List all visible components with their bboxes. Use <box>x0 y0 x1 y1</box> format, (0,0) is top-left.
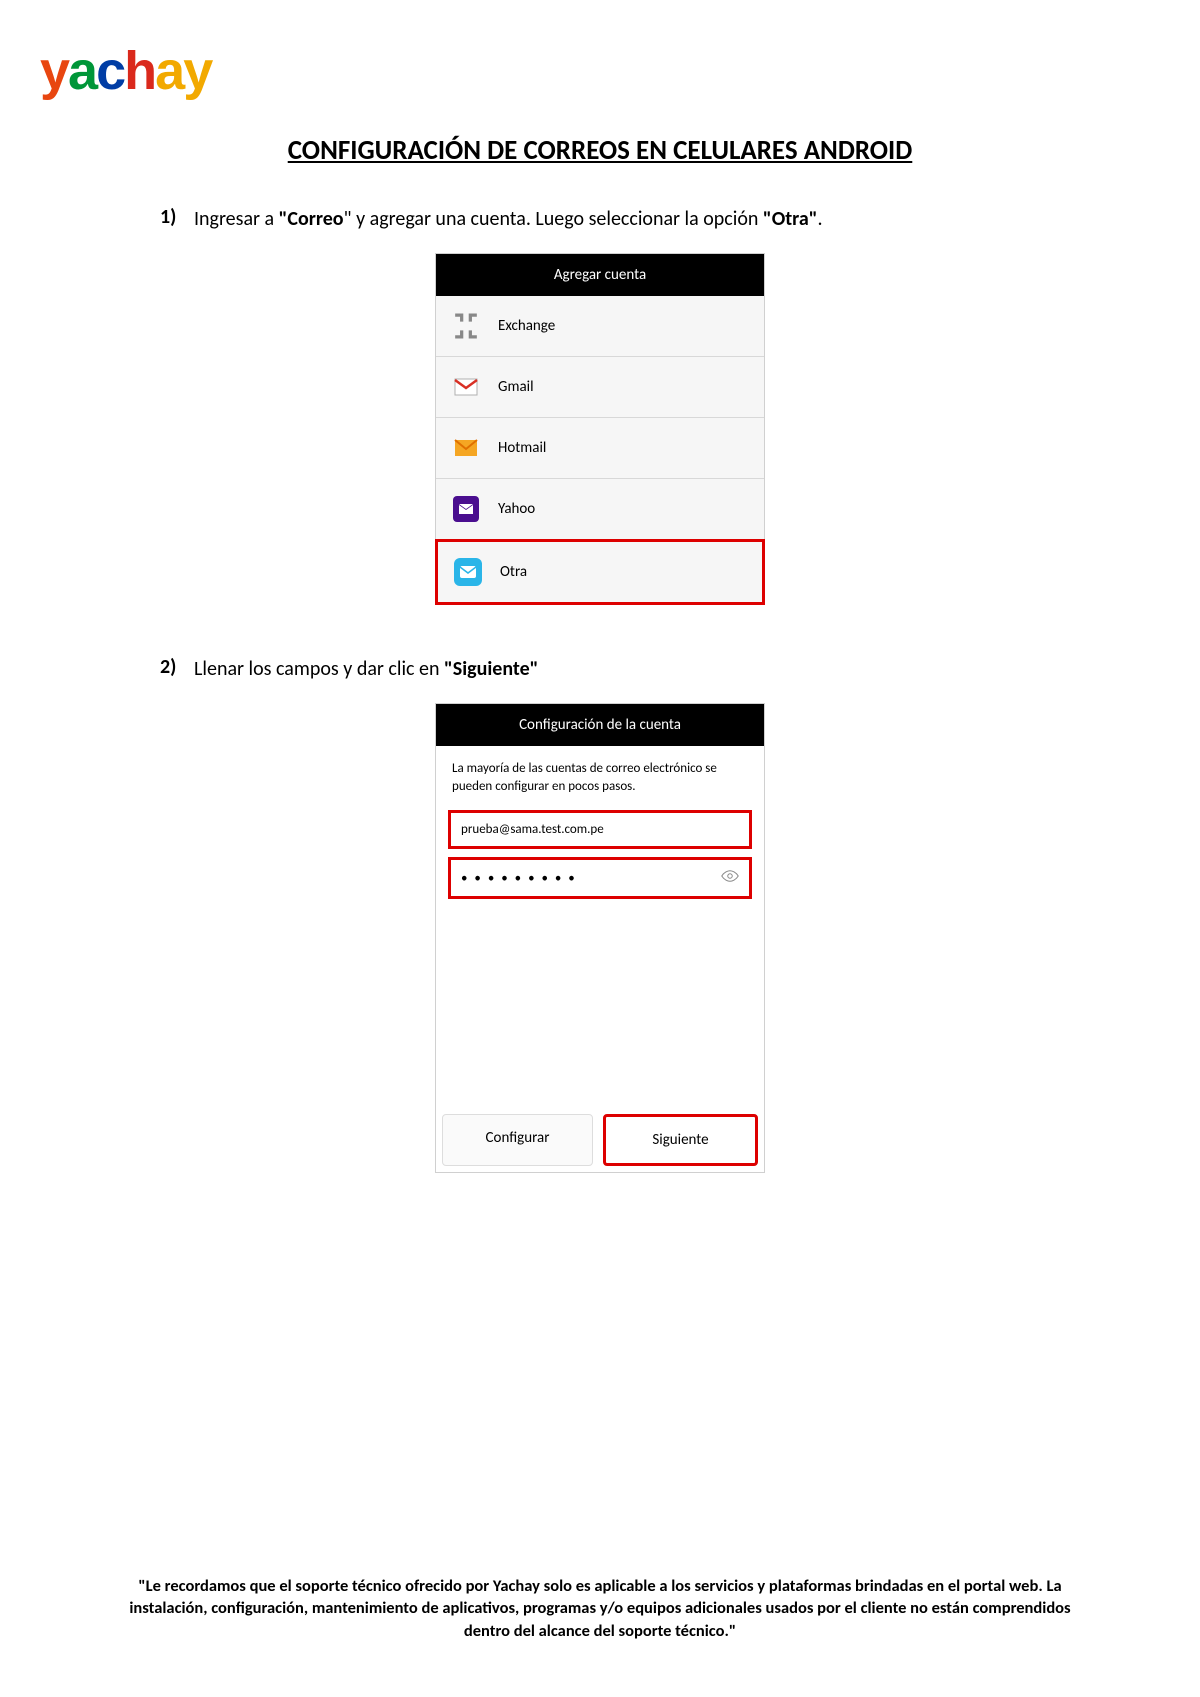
step-text: Ingresar a "Correo" y agregar una cuenta… <box>194 205 823 233</box>
show-password-icon[interactable] <box>721 869 739 887</box>
account-option-otra[interactable]: Otra <box>435 539 765 605</box>
account-option-label: Otra <box>500 563 527 581</box>
screenshot-add-account: Agregar cuenta Exchange Gmail Hotmail Ya… <box>435 253 765 605</box>
yahoo-icon <box>450 493 482 525</box>
password-field[interactable]: • • • • • • • • • <box>448 857 752 899</box>
other-mail-icon <box>452 556 484 588</box>
screen-header: Agregar cuenta <box>436 254 764 296</box>
gmail-icon <box>450 371 482 403</box>
logo-letter: a <box>68 40 96 102</box>
account-option-gmail[interactable]: Gmail <box>436 357 764 418</box>
step-1: 1) Ingresar a "Correo" y agregar una cue… <box>160 205 1070 233</box>
step-text: Llenar los campos y dar clic en "Siguien… <box>194 655 538 683</box>
account-option-label: Hotmail <box>498 439 546 457</box>
screen-description: La mayoría de las cuentas de correo elec… <box>436 746 764 806</box>
email-value: prueba@sama.test.com.pe <box>461 822 604 837</box>
logo-letter: h <box>124 40 155 102</box>
step-number: 1) <box>160 205 180 233</box>
account-option-hotmail[interactable]: Hotmail <box>436 418 764 479</box>
step-number: 2) <box>160 655 180 683</box>
next-button[interactable]: Siguiente <box>603 1114 758 1166</box>
logo-letter: y <box>40 40 68 102</box>
logo: yachay <box>40 40 1140 102</box>
screen-header: Configuración de la cuenta <box>436 704 764 746</box>
account-option-label: Yahoo <box>498 500 535 518</box>
step-2: 2) Llenar los campos y dar clic en "Sigu… <box>160 655 1070 683</box>
account-option-label: Exchange <box>498 317 555 335</box>
account-option-yahoo[interactable]: Yahoo <box>436 479 764 540</box>
exchange-icon <box>450 310 482 342</box>
logo-letter: a <box>155 40 183 102</box>
hotmail-icon <box>450 432 482 464</box>
email-field[interactable]: prueba@sama.test.com.pe <box>448 810 752 849</box>
footer-disclaimer: "Le recordamos que el soporte técnico of… <box>110 1575 1090 1642</box>
logo-letter: y <box>183 40 211 102</box>
logo-letter: c <box>96 40 124 102</box>
account-option-exchange[interactable]: Exchange <box>436 296 764 357</box>
configure-button[interactable]: Configurar <box>442 1114 593 1166</box>
screenshot-account-config: Configuración de la cuenta La mayoría de… <box>435 703 765 1173</box>
page-title: CONFIGURACIÓN DE CORREOS EN CELULARES AN… <box>60 134 1140 167</box>
account-option-label: Gmail <box>498 378 534 396</box>
password-value: • • • • • • • • • <box>461 871 577 886</box>
